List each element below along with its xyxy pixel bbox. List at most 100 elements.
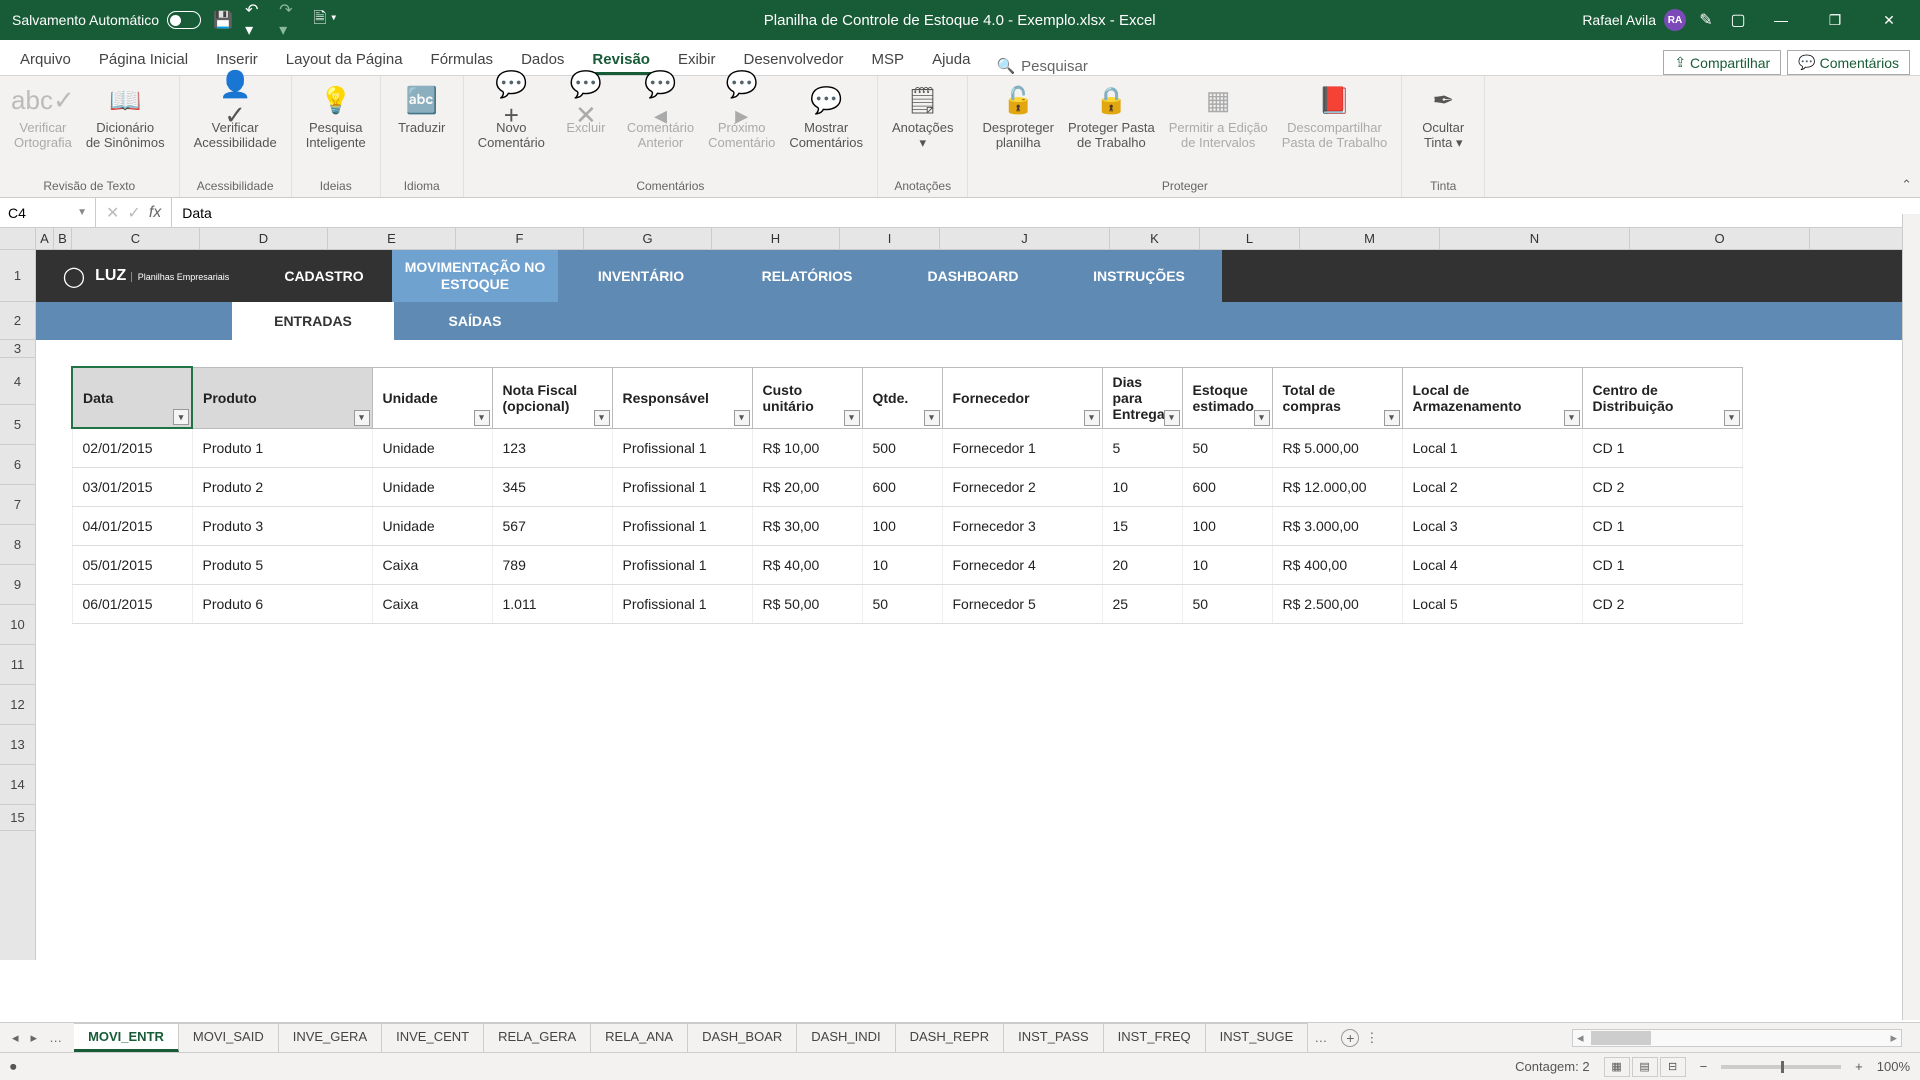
table-cell[interactable]: 50 xyxy=(862,584,942,623)
row-header[interactable]: 15 xyxy=(0,805,35,831)
table-cell[interactable]: 600 xyxy=(862,467,942,506)
column-header[interactable]: C xyxy=(72,228,200,249)
table-cell[interactable]: 02/01/2015 xyxy=(72,428,192,467)
formula-input[interactable]: Data xyxy=(172,205,1920,221)
table-cell[interactable]: Profissional 1 xyxy=(612,584,752,623)
table-cell[interactable]: CD 1 xyxy=(1582,506,1742,545)
column-header[interactable]: J xyxy=(940,228,1110,249)
sheet-nav-more[interactable]: … xyxy=(45,1028,66,1048)
table-header[interactable]: Unidade▾ xyxy=(372,367,492,428)
tab-arquivo[interactable]: Arquivo xyxy=(6,44,85,75)
table-cell[interactable]: 10 xyxy=(862,545,942,584)
table-cell[interactable]: CD 2 xyxy=(1582,467,1742,506)
filter-button[interactable]: ▾ xyxy=(173,409,189,425)
table-cell[interactable]: Unidade xyxy=(372,467,492,506)
view-normal-button[interactable]: ▦ xyxy=(1604,1057,1630,1077)
row-header[interactable]: 5 xyxy=(0,405,35,445)
table-cell[interactable]: 05/01/2015 xyxy=(72,545,192,584)
zoom-slider[interactable] xyxy=(1721,1065,1841,1069)
row-header[interactable]: 14 xyxy=(0,765,35,805)
table-cell[interactable]: Produto 5 xyxy=(192,545,372,584)
view-page-layout-button[interactable]: ▤ xyxy=(1632,1057,1658,1077)
tab-ajuda[interactable]: Ajuda xyxy=(918,44,984,75)
column-header[interactable]: N xyxy=(1440,228,1630,249)
nav-dashboard[interactable]: DASHBOARD xyxy=(890,250,1056,302)
filter-button[interactable]: ▾ xyxy=(1384,410,1400,426)
sheet-content[interactable]: ◯ LUZ Planilhas Empresariais CADASTRO MO… xyxy=(36,250,1920,960)
table-cell[interactable]: R$ 50,00 xyxy=(752,584,862,623)
table-cell[interactable]: 500 xyxy=(862,428,942,467)
table-cell[interactable]: CD 2 xyxy=(1582,584,1742,623)
row-header[interactable]: 6 xyxy=(0,445,35,485)
column-header[interactable]: G xyxy=(584,228,712,249)
filter-button[interactable]: ▾ xyxy=(1084,410,1100,426)
tab-layout[interactable]: Layout da Página xyxy=(272,44,417,75)
sheet-tab[interactable]: DASH_REPR xyxy=(896,1023,1004,1052)
table-row[interactable]: 06/01/2015Produto 6Caixa1.011Profissiona… xyxy=(72,584,1742,623)
filter-button[interactable]: ▾ xyxy=(1724,410,1740,426)
sheet-tab[interactable]: MOVI_SAID xyxy=(179,1023,279,1052)
table-cell[interactable]: Local 3 xyxy=(1402,506,1582,545)
touch-icon[interactable]: 🗎 ▾ xyxy=(313,8,337,32)
table-header[interactable]: Data▾ xyxy=(72,367,192,428)
fx-icon[interactable]: fx xyxy=(149,204,161,222)
notes-button[interactable]: 🗒Anotações▾ xyxy=(888,80,957,153)
table-cell[interactable]: 20 xyxy=(1102,545,1182,584)
minimize-button[interactable]: — xyxy=(1758,0,1804,40)
scrollbar-thumb[interactable] xyxy=(1591,1031,1651,1045)
row-header[interactable]: 10 xyxy=(0,605,35,645)
table-row[interactable]: 04/01/2015Produto 3Unidade567Profissiona… xyxy=(72,506,1742,545)
accessibility-button[interactable]: 👤✓VerificarAcessibilidade xyxy=(190,80,281,152)
next-comment-button[interactable]: 💬▸PróximoComentário xyxy=(704,80,779,152)
sheet-tab[interactable]: DASH_BOAR xyxy=(688,1023,797,1052)
table-cell[interactable]: 600 xyxy=(1182,467,1272,506)
sheet-tab[interactable]: RELA_GERA xyxy=(484,1023,591,1052)
table-cell[interactable]: R$ 12.000,00 xyxy=(1272,467,1402,506)
table-cell[interactable]: Profissional 1 xyxy=(612,428,752,467)
subnav-saidas[interactable]: SAÍDAS xyxy=(394,302,556,340)
table-cell[interactable]: 04/01/2015 xyxy=(72,506,192,545)
table-cell[interactable]: 50 xyxy=(1182,428,1272,467)
nav-instrucoes[interactable]: INSTRUÇÕES xyxy=(1056,250,1222,302)
table-cell[interactable]: Local 1 xyxy=(1402,428,1582,467)
column-header[interactable]: H xyxy=(712,228,840,249)
sheet-nav-next[interactable]: ▸ xyxy=(27,1028,42,1048)
table-cell[interactable]: Fornecedor 3 xyxy=(942,506,1102,545)
table-cell[interactable]: R$ 400,00 xyxy=(1272,545,1402,584)
filter-button[interactable]: ▾ xyxy=(844,410,860,426)
comments-button[interactable]: 💬Comentários xyxy=(1787,50,1910,75)
table-cell[interactable]: R$ 2.500,00 xyxy=(1272,584,1402,623)
row-header[interactable]: 9 xyxy=(0,565,35,605)
table-header[interactable]: Produto▾ xyxy=(192,367,372,428)
table-header[interactable]: Custo unitário▾ xyxy=(752,367,862,428)
table-header[interactable]: Dias para Entrega▾ xyxy=(1102,367,1182,428)
table-cell[interactable]: 567 xyxy=(492,506,612,545)
table-cell[interactable]: Produto 6 xyxy=(192,584,372,623)
row-header[interactable]: 3 xyxy=(0,340,35,358)
table-cell[interactable]: Local 4 xyxy=(1402,545,1582,584)
name-box[interactable]: C4 ▼ xyxy=(0,198,96,227)
column-header[interactable]: E xyxy=(328,228,456,249)
table-cell[interactable]: 03/01/2015 xyxy=(72,467,192,506)
row-header[interactable]: 4 xyxy=(0,358,35,405)
cancel-formula-icon[interactable]: ✕ xyxy=(106,203,119,223)
subnav-entradas[interactable]: ENTRADAS xyxy=(232,302,394,340)
table-cell[interactable]: Fornecedor 2 xyxy=(942,467,1102,506)
delete-comment-button[interactable]: 💬✕Excluir xyxy=(555,80,617,152)
column-header[interactable]: B xyxy=(54,228,72,249)
row-header[interactable]: 7 xyxy=(0,485,35,525)
filter-button[interactable]: ▾ xyxy=(1564,410,1580,426)
row-header[interactable]: 8 xyxy=(0,525,35,565)
sheet-tab[interactable]: INST_PASS xyxy=(1004,1023,1104,1052)
table-cell[interactable]: CD 1 xyxy=(1582,545,1742,584)
table-cell[interactable]: Unidade xyxy=(372,428,492,467)
table-cell[interactable]: 345 xyxy=(492,467,612,506)
table-cell[interactable]: Profissional 1 xyxy=(612,467,752,506)
table-header[interactable]: Centro de Distribuição▾ xyxy=(1582,367,1742,428)
table-cell[interactable]: R$ 20,00 xyxy=(752,467,862,506)
column-header[interactable]: D xyxy=(200,228,328,249)
table-cell[interactable]: Produto 1 xyxy=(192,428,372,467)
filter-button[interactable]: ▾ xyxy=(1254,410,1270,426)
column-header[interactable]: M xyxy=(1300,228,1440,249)
table-cell[interactable]: 1.011 xyxy=(492,584,612,623)
